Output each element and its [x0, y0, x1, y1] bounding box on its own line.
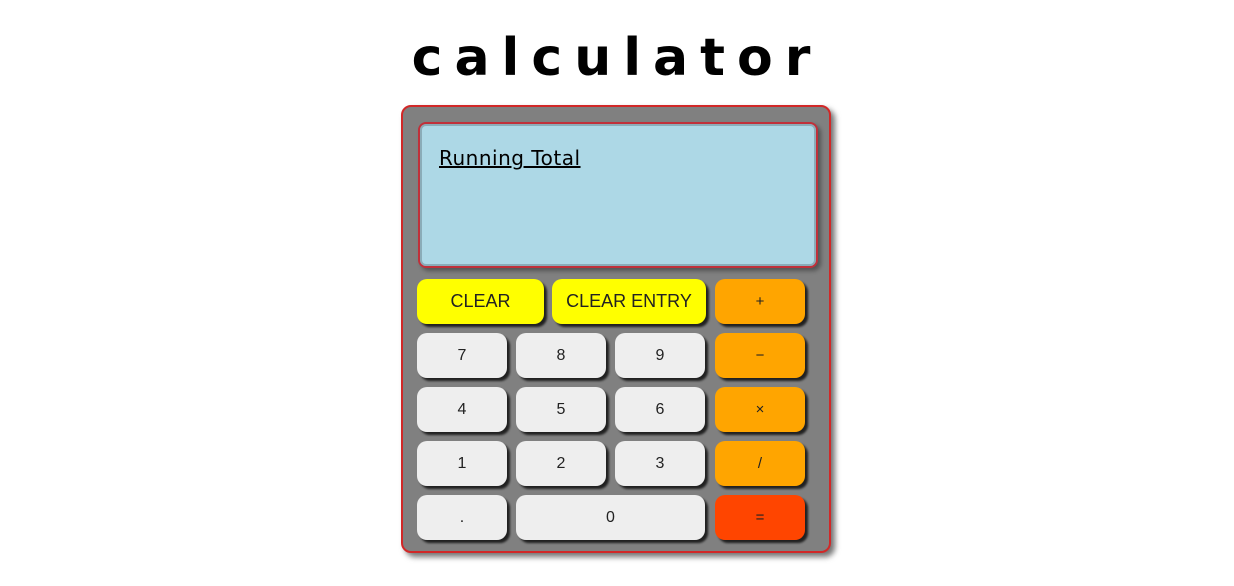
multiply-button[interactable]: × — [715, 387, 805, 432]
six-button[interactable]: 6 — [615, 387, 705, 432]
divide-button[interactable]: / — [715, 441, 805, 486]
minus-button[interactable]: − — [715, 333, 805, 378]
one-button[interactable]: 1 — [417, 441, 507, 486]
five-button[interactable]: 5 — [516, 387, 606, 432]
running-total-label: Running Total — [439, 146, 581, 170]
seven-button[interactable]: 7 — [417, 333, 507, 378]
equals-button[interactable]: = — [715, 495, 805, 540]
zero-button[interactable]: 0 — [516, 495, 705, 540]
clear-entry-button[interactable]: CLEAR ENTRY — [552, 279, 706, 324]
page-title: calculator — [411, 28, 823, 88]
clear-button[interactable]: CLEAR — [417, 279, 544, 324]
four-button[interactable]: 4 — [417, 387, 507, 432]
two-button[interactable]: 2 — [516, 441, 606, 486]
decimal-button[interactable]: . — [417, 495, 507, 540]
nine-button[interactable]: 9 — [615, 333, 705, 378]
plus-button[interactable]: + — [715, 279, 805, 324]
calculator-body: Running Total CLEAR CLEAR ENTRY + 7 8 9 … — [401, 105, 831, 553]
eight-button[interactable]: 8 — [516, 333, 606, 378]
three-button[interactable]: 3 — [615, 441, 705, 486]
calculator-display: Running Total — [418, 122, 818, 268]
